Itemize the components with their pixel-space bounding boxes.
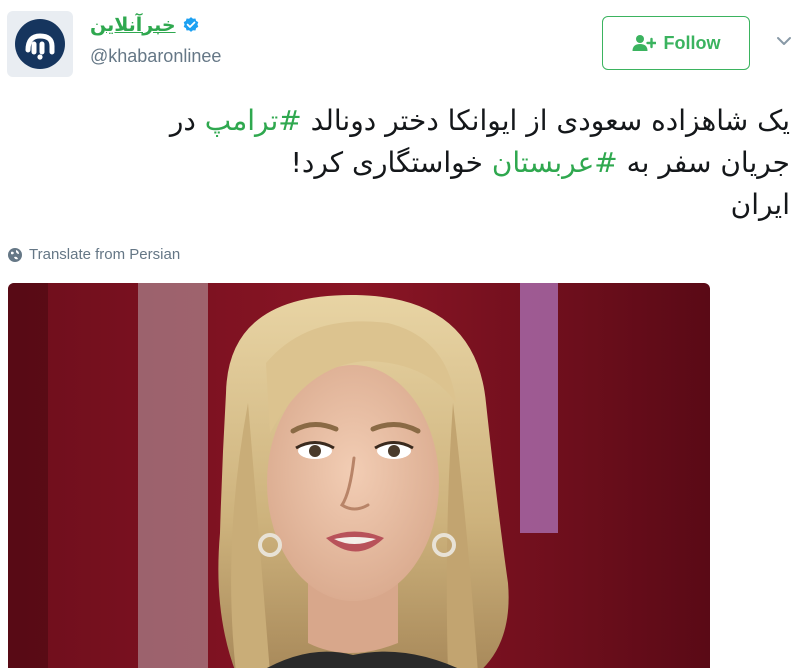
tweet-text-segment: یک شاهزاده سعودی از ایوانکا دختر دونالد bbox=[301, 104, 790, 137]
verified-badge-icon bbox=[183, 17, 198, 32]
tweet-text-segment: جریان سفر به bbox=[617, 146, 790, 179]
khabaronline-logo bbox=[15, 19, 65, 69]
name-row: خبرآنلاین bbox=[90, 12, 221, 38]
tweet-text-line-1: یک شاهزاده سعودی از ایوانکا دختر دونالد … bbox=[10, 100, 790, 142]
hashtag-arabia[interactable]: #عربستان bbox=[492, 146, 618, 179]
author-block: خبرآنلاین @khabaronlinee bbox=[90, 12, 221, 67]
translate-label: Translate from Persian bbox=[29, 246, 181, 263]
tweet-text-line-3: ایران bbox=[730, 188, 790, 221]
photo-woman-portrait bbox=[8, 283, 710, 668]
display-name[interactable]: خبرآنلاین bbox=[90, 14, 176, 37]
avatar[interactable] bbox=[7, 11, 73, 77]
translate-link[interactable]: Translate from Persian bbox=[7, 246, 180, 263]
hashtag-trump[interactable]: #ترامپ bbox=[205, 104, 302, 137]
tweet-card: خبرآنلاین @khabaronlinee Follow یک شاهزا… bbox=[0, 0, 800, 668]
user-handle[interactable]: @khabaronlinee bbox=[90, 46, 221, 67]
tweet-text-line-2: جریان سفر به #عربستان خواستگاری کرد! bbox=[10, 142, 790, 184]
tweet-text-segment: خواستگاری کرد! bbox=[290, 146, 492, 179]
user-plus-icon bbox=[632, 35, 656, 51]
chevron-down-icon[interactable] bbox=[776, 34, 792, 48]
globe-icon bbox=[8, 247, 22, 262]
follow-label: Follow bbox=[663, 32, 721, 53]
logo-glyph-icon bbox=[25, 33, 55, 60]
follow-button[interactable]: Follow bbox=[602, 16, 750, 70]
tweet-text-segment: در bbox=[169, 104, 205, 137]
tweet-text: یک شاهزاده سعودی از ایوانکا دختر دونالد … bbox=[10, 100, 790, 226]
tweet-media-photo[interactable] bbox=[8, 283, 710, 668]
